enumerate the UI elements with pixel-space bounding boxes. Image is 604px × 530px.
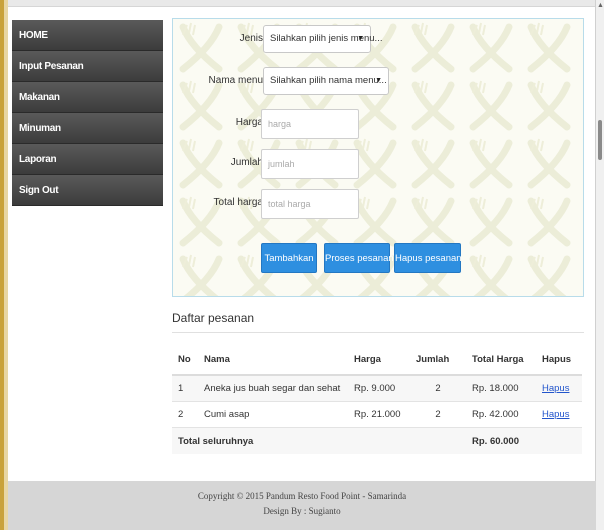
scrollbar-thumb[interactable] bbox=[598, 120, 602, 160]
row-jumlah: 2 bbox=[410, 401, 466, 428]
row-total: Rp. 42.000 bbox=[466, 401, 536, 428]
jenis-select[interactable]: Silahkan pilih jenis menu... ▼ bbox=[263, 25, 382, 53]
column-header-jumlah: Jumlah bbox=[410, 344, 466, 376]
row-harga: Rp. 9.000 bbox=[348, 374, 410, 402]
column-header-hapus: Hapus bbox=[536, 344, 582, 376]
total-harga-label: Total harga bbox=[213, 197, 263, 208]
jumlah-input[interactable]: jumlah bbox=[261, 149, 359, 179]
row-no: 2 bbox=[172, 401, 198, 428]
sidebar-item-laporan[interactable]: Laporan bbox=[12, 144, 163, 175]
total-value: Rp. 60.000 bbox=[466, 427, 536, 454]
sidebar-nav: HOME Input Pesanan Makanan Minuman Lapor… bbox=[12, 20, 163, 206]
row-total: Rp. 18.000 bbox=[466, 374, 536, 402]
column-header-nama: Nama bbox=[198, 344, 348, 376]
footer-design-credit: Design By : Sugianto bbox=[263, 506, 341, 516]
row-nama: Aneka jus buah segar dan sehat bbox=[198, 374, 348, 402]
harga-input[interactable]: harga bbox=[261, 109, 359, 139]
tambahkan-button[interactable]: Tambahkan bbox=[261, 243, 317, 273]
table-header-row: No Nama Harga Jumlah Total Harga Hapus bbox=[172, 344, 582, 376]
total-harga-row: Total harga total harga bbox=[173, 189, 583, 219]
sidebar-item-home[interactable]: HOME bbox=[12, 20, 163, 51]
jenis-row: Jenis Silahkan pilih jenis menu... ▼ bbox=[173, 25, 583, 55]
row-harga: Rp. 21.000 bbox=[348, 401, 410, 428]
total-harga-input[interactable]: total harga bbox=[261, 189, 359, 219]
hapus-link[interactable]: Hapus bbox=[542, 409, 569, 420]
nama-menu-label: Nama menu bbox=[208, 75, 263, 86]
hapus-pesanan-button[interactable]: Hapus pesanan bbox=[394, 243, 462, 273]
row-jumlah: 2 bbox=[410, 374, 466, 402]
harga-label: Harga bbox=[235, 117, 263, 128]
vertical-scrollbar[interactable]: ▲ bbox=[595, 0, 604, 530]
order-form-panel: Jenis Silahkan pilih jenis menu... ▼ Nam… bbox=[172, 18, 584, 297]
harga-row: Harga harga bbox=[173, 109, 583, 139]
total-label: Total seluruhnya bbox=[172, 427, 466, 454]
daftar-pesanan-title: Daftar pesanan bbox=[172, 311, 255, 325]
column-header-no: No bbox=[172, 344, 198, 376]
jenis-select-value: Silahkan pilih jenis menu... bbox=[270, 33, 383, 44]
sidebar-item-sign-out[interactable]: Sign Out bbox=[12, 175, 163, 206]
sidebar-item-input-pesanan[interactable]: Input Pesanan bbox=[12, 51, 163, 82]
section-divider bbox=[172, 332, 584, 333]
window-top-border bbox=[8, 0, 596, 7]
chevron-down-icon: ▼ bbox=[357, 35, 364, 42]
footer-copyright: Copyright © 2015 Pandum Resto Food Point… bbox=[197, 491, 407, 501]
row-nama: Cumi asap bbox=[198, 401, 348, 428]
proses-pesanan-button[interactable]: Proses pesanan bbox=[324, 243, 394, 273]
scroll-up-arrow-icon[interactable]: ▲ bbox=[597, 2, 604, 9]
column-header-harga: Harga bbox=[348, 344, 410, 376]
table-row: 2 Cumi asap Rp. 21.000 2 Rp. 42.000 Hapu… bbox=[172, 401, 582, 428]
total-row: Total seluruhnya Rp. 60.000 bbox=[172, 427, 582, 454]
nama-menu-select-value: Silahkan pilih nama menu... bbox=[270, 75, 387, 86]
hapus-link[interactable]: Hapus bbox=[542, 383, 569, 394]
jumlah-label: Jumlah bbox=[230, 157, 263, 168]
chevron-down-icon: ▼ bbox=[375, 77, 382, 84]
nama-menu-select[interactable]: Silahkan pilih nama menu... ▼ bbox=[263, 67, 389, 95]
sidebar-item-makanan[interactable]: Makanan bbox=[12, 82, 163, 113]
row-no: 1 bbox=[172, 374, 198, 402]
table-row: 1 Aneka jus buah segar dan sehat Rp. 9.0… bbox=[172, 374, 582, 402]
sidebar-item-minuman[interactable]: Minuman bbox=[12, 113, 163, 144]
window-left-border bbox=[0, 0, 8, 530]
column-header-total-harga: Total Harga bbox=[466, 344, 536, 376]
jumlah-row: Jumlah jumlah bbox=[173, 149, 583, 179]
orders-table: No Nama Harga Jumlah Total Harga Hapus 1… bbox=[172, 344, 582, 454]
total-empty-cell bbox=[536, 427, 582, 454]
nama-menu-row: Nama menu Silahkan pilih nama menu... ▼ bbox=[173, 67, 583, 97]
page-footer: Copyright © 2015 Pandum Resto Food Point… bbox=[8, 481, 596, 530]
jenis-label: Jenis bbox=[239, 33, 263, 44]
